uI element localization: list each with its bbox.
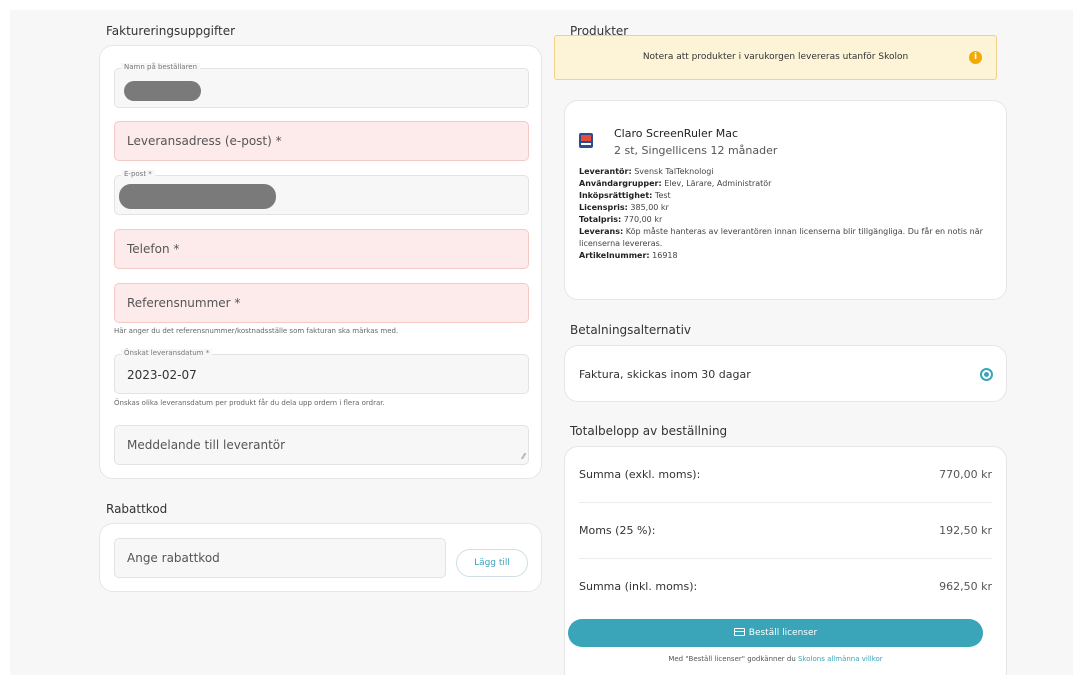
discount-code-input[interactable]: Ange rabattkod xyxy=(114,538,446,578)
payment-title: Betalningsalternativ xyxy=(570,323,692,337)
delivery-address-placeholder: Leveransadress (e-post) * xyxy=(127,134,282,148)
discount-card: Ange rabattkod Lägg till xyxy=(99,523,542,592)
orderer-name-field[interactable]: Namn på beställaren xyxy=(114,63,529,108)
total-row-excl-vat: Summa (exkl. moms): 770,00 kr xyxy=(579,447,992,503)
email-legend: E-post * xyxy=(121,170,155,178)
product-logo-icon xyxy=(579,133,593,148)
info-icon[interactable]: i xyxy=(969,51,982,64)
delivery-date-value: 2023-02-07 xyxy=(127,368,197,382)
redacted-name xyxy=(124,81,201,101)
detail-article-number: Artikelnummer: 16918 xyxy=(579,251,678,260)
delivery-notice: Notera att produkter i varukorgen levere… xyxy=(554,35,997,80)
terms-text: Med "Beställ licenser" godkänner du Skol… xyxy=(668,655,883,663)
delivery-date-legend: Önskat leveransdatum * xyxy=(121,349,213,357)
add-discount-button[interactable]: Lägg till xyxy=(456,549,528,577)
billing-title: Faktureringsuppgifter xyxy=(106,24,236,38)
phone-field[interactable]: Telefon * xyxy=(114,229,529,269)
payment-option-card[interactable]: Faktura, skickas inom 30 dagar xyxy=(564,345,1007,402)
orderer-name-legend: Namn på beställaren xyxy=(121,63,201,71)
discount-code-placeholder: Ange rabattkod xyxy=(127,551,220,565)
payment-radio-selected[interactable] xyxy=(980,368,993,381)
redacted-email xyxy=(119,184,276,209)
product-card: Claro ScreenRuler Mac 2 st, Singellicens… xyxy=(564,100,1007,300)
order-licenses-button[interactable]: Beställ licenser xyxy=(568,619,983,647)
detail-purchase-right: Inköpsrättighet: Test xyxy=(579,191,671,200)
message-placeholder: Meddelande till leverantör xyxy=(127,438,286,452)
delivery-date-help: Önskas olika leveransdatum per produkt f… xyxy=(114,399,385,407)
detail-user-groups: Användargrupper: Elev, Lärare, Administr… xyxy=(579,179,772,188)
detail-delivery: Leverans: Köp måste hanteras av leverant… xyxy=(579,227,983,248)
detail-total-price: Totalpris: 770,00 kr xyxy=(579,215,663,224)
detail-license-price: Licenspris: 385,00 kr xyxy=(579,203,669,212)
product-name: Claro ScreenRuler Mac xyxy=(614,127,739,140)
product-details: Leverantör: Svensk TalTeknologi Användar… xyxy=(579,166,999,262)
billing-card: Namn på beställaren Leveransadress (e-po… xyxy=(99,45,542,479)
phone-placeholder: Telefon * xyxy=(127,242,180,256)
totals-title: Totalbelopp av beställning xyxy=(570,424,728,438)
terms-link[interactable]: Skolons allmänna villkor xyxy=(798,655,883,663)
delivery-notice-text: Notera att produkter i varukorgen levere… xyxy=(642,52,909,62)
payment-option-label: Faktura, skickas inom 30 dagar xyxy=(579,368,751,381)
resize-handle-icon[interactable]: ⁄⁄ xyxy=(522,452,525,461)
credit-card-icon xyxy=(733,628,745,636)
delivery-address-field[interactable]: Leveransadress (e-post) * xyxy=(114,121,529,161)
product-subtitle: 2 st, Singellicens 12 månader xyxy=(614,144,778,157)
reference-field[interactable]: Referensnummer * xyxy=(114,283,529,323)
detail-supplier: Leverantör: Svensk TalTeknologi xyxy=(579,167,714,176)
discount-title: Rabattkod xyxy=(106,502,168,516)
message-textarea[interactable]: Meddelande till leverantör ⁄⁄ xyxy=(114,425,529,465)
delivery-date-field[interactable]: Önskat leveransdatum * 2023-02-07 xyxy=(114,349,529,394)
reference-help: Här anger du det referensnummer/kostnads… xyxy=(114,327,399,335)
email-field[interactable]: E-post * xyxy=(114,170,529,215)
total-row-incl-vat: Summa (inkl. moms): 962,50 kr xyxy=(579,580,992,593)
reference-placeholder: Referensnummer * xyxy=(127,296,241,310)
total-row-vat: Moms (25 %): 192,50 kr xyxy=(579,503,992,559)
